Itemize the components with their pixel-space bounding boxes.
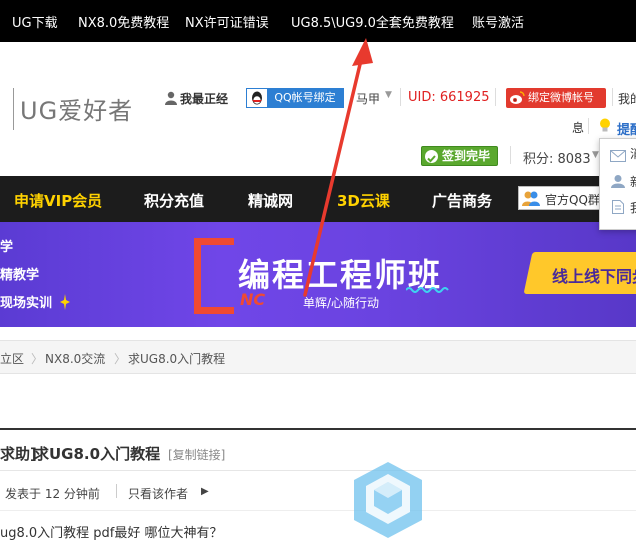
annotation-arrow — [303, 38, 373, 297]
